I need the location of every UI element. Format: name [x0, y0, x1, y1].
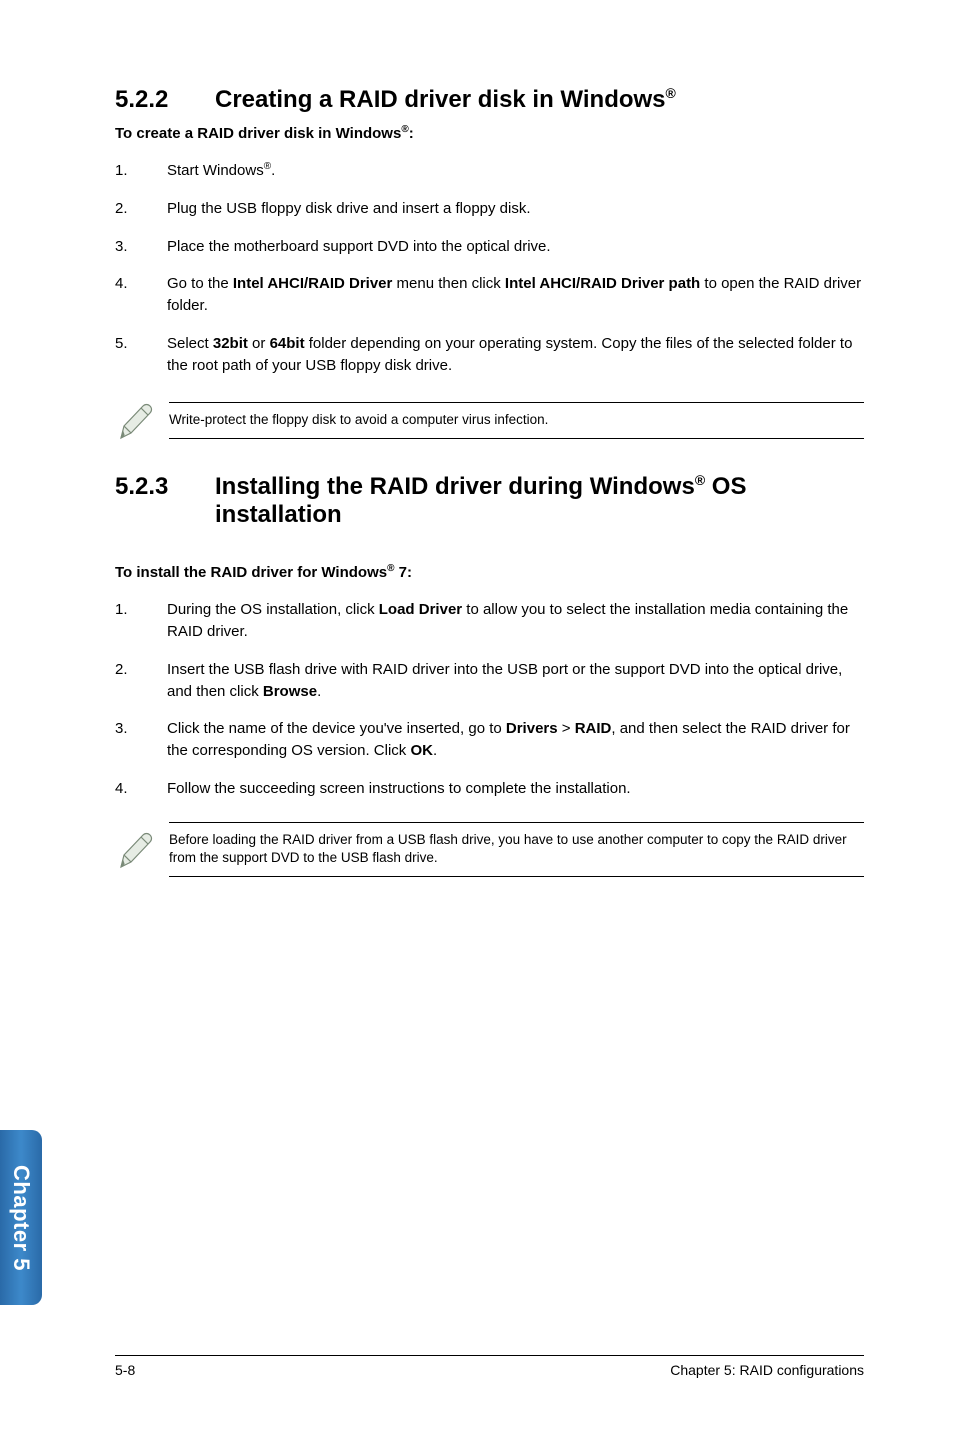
chapter-tab: Chapter 5	[0, 1130, 42, 1305]
list-text: Go to the Intel AHCI/RAID Driver menu th…	[167, 273, 864, 317]
list-text: Follow the succeeding screen instruction…	[167, 778, 864, 800]
list-item: 4. Follow the succeeding screen instruct…	[115, 778, 864, 800]
heading-title: Installing the RAID driver during Window…	[215, 472, 864, 529]
pencil-icon	[115, 398, 169, 442]
intro-523: To install the RAID driver for Windows® …	[115, 563, 864, 581]
note-text: Before loading the RAID driver from a US…	[169, 822, 864, 878]
list-number: 1.	[115, 599, 167, 643]
list-item: 3. Place the motherboard support DVD int…	[115, 236, 864, 258]
list-item: 1. Start Windows®.	[115, 160, 864, 182]
pencil-icon	[115, 827, 169, 871]
list-text: During the OS installation, click Load D…	[167, 599, 864, 643]
list-item: 5. Select 32bit or 64bit folder dependin…	[115, 333, 864, 377]
note-text: Write-protect the floppy disk to avoid a…	[169, 402, 864, 439]
heading-523: 5.2.3 Installing the RAID driver during …	[115, 472, 864, 529]
list-text: Select 32bit or 64bit folder depending o…	[167, 333, 864, 377]
list-text: Click the name of the device you've inse…	[167, 718, 864, 762]
list-text: Insert the USB flash drive with RAID dri…	[167, 659, 864, 703]
heading-522: 5.2.2 Creating a RAID driver disk in Win…	[115, 85, 864, 114]
footer-divider	[115, 1355, 864, 1356]
list-number: 3.	[115, 718, 167, 762]
intro-522: To create a RAID driver disk in Windows®…	[115, 124, 864, 142]
list-item: 2. Insert the USB flash drive with RAID …	[115, 659, 864, 703]
list-item: 3. Click the name of the device you've i…	[115, 718, 864, 762]
list-number: 2.	[115, 198, 167, 220]
page-number: 5-8	[115, 1362, 135, 1378]
list-number: 3.	[115, 236, 167, 258]
list-text: Plug the USB floppy disk drive and inser…	[167, 198, 864, 220]
heading-title: Creating a RAID driver disk in Windows®	[215, 85, 676, 114]
note-block: Write-protect the floppy disk to avoid a…	[115, 398, 864, 442]
list-number: 4.	[115, 273, 167, 317]
list-number: 4.	[115, 778, 167, 800]
list-text: Place the motherboard support DVD into t…	[167, 236, 864, 258]
list-number: 1.	[115, 160, 167, 182]
heading-number: 5.2.3	[115, 473, 215, 501]
heading-number: 5.2.2	[115, 86, 215, 114]
page-footer: 5-8 Chapter 5: RAID configurations	[0, 1355, 954, 1378]
list-text: Start Windows®.	[167, 160, 864, 182]
list-item: 4. Go to the Intel AHCI/RAID Driver menu…	[115, 273, 864, 317]
list-number: 5.	[115, 333, 167, 377]
note-block: Before loading the RAID driver from a US…	[115, 822, 864, 878]
chapter-tab-label: Chapter 5	[8, 1165, 34, 1271]
list-item: 2. Plug the USB floppy disk drive and in…	[115, 198, 864, 220]
footer-chapter-title: Chapter 5: RAID configurations	[670, 1362, 864, 1378]
list-item: 1. During the OS installation, click Loa…	[115, 599, 864, 643]
list-number: 2.	[115, 659, 167, 703]
